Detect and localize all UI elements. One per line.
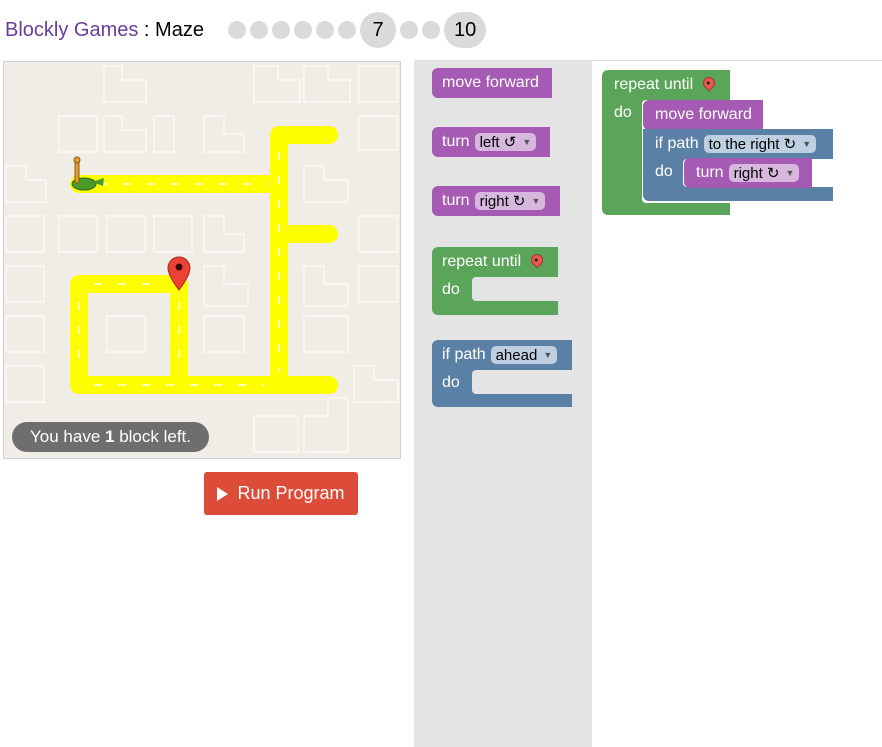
repeat-until-label: repeat until <box>614 76 694 93</box>
current-level-button[interactable]: 7 <box>360 12 396 48</box>
statement-slot <box>472 370 572 394</box>
level-4-dot[interactable] <box>294 21 312 39</box>
turn-direction-dropdown[interactable]: right ↻ ▼ <box>728 164 800 182</box>
level-8-dot[interactable] <box>400 21 418 39</box>
turn-label: turn <box>696 164 724 181</box>
run-program-button[interactable]: Run Program <box>204 472 358 515</box>
level-6-dot[interactable] <box>338 21 356 39</box>
turn-label: turn <box>442 192 470 209</box>
dropdown-arrow-icon: ▼ <box>785 168 795 178</box>
toolbox-repeat-until-block[interactable]: repeat until do <box>432 247 558 315</box>
do-label: do <box>614 104 632 121</box>
do-label: do <box>655 163 673 180</box>
if-path-label: if path <box>655 135 699 152</box>
title-separator: : <box>138 18 156 41</box>
dropdown-arrow-icon: ▼ <box>543 350 553 360</box>
workspace-turn-right-block[interactable]: turn right ↻ ▼ <box>684 158 812 188</box>
dropdown-arrow-icon: ▼ <box>531 196 541 206</box>
goal-pin-icon <box>700 74 718 92</box>
move-forward-label: move forward <box>655 106 752 123</box>
toolbox: move forward turn left ↺ ▼ turn right ↻ ▼ re… <box>414 61 592 747</box>
capacity-count: 1 <box>105 427 115 446</box>
turn-right-option: right ↻ <box>479 193 526 210</box>
move-forward-label: move forward <box>442 74 539 91</box>
repeat-until-label: repeat until <box>442 253 522 270</box>
maze-svg <box>5 65 399 453</box>
dropdown-arrow-icon: ▼ <box>522 137 532 147</box>
workspace-move-forward-block[interactable]: move forward <box>643 100 763 130</box>
header: Blockly Games : Maze <box>5 16 204 44</box>
capacity-prefix: You have <box>30 427 105 446</box>
level-5-dot[interactable] <box>316 21 334 39</box>
goal-pin-icon <box>528 251 546 269</box>
level-selector: 7 10 <box>228 11 490 49</box>
dropdown-arrow-icon: ▼ <box>802 139 812 149</box>
do-label: do <box>442 374 460 391</box>
level-2-dot[interactable] <box>250 21 268 39</box>
level-1-dot[interactable] <box>228 21 246 39</box>
workspace: repeat until do move forward if path to t… <box>592 61 882 747</box>
turn-direction-dropdown[interactable]: right ↻ ▼ <box>474 192 546 210</box>
game-title: Maze <box>155 18 204 41</box>
path-right-option: to the right ↻ <box>708 136 797 153</box>
last-level-button[interactable]: 10 <box>444 12 487 48</box>
play-icon <box>217 486 229 501</box>
blocks-remaining-badge: You have 1 block left. <box>12 422 210 452</box>
path-direction-dropdown[interactable]: ahead ▼ <box>490 346 558 364</box>
toolbox-turn-right-block[interactable]: turn right ↻ ▼ <box>432 186 560 216</box>
path-direction-dropdown[interactable]: to the right ↻ ▼ <box>703 135 817 153</box>
toolbox-if-path-block[interactable]: if path ahead ▼ do <box>432 340 572 407</box>
turn-label: turn <box>442 133 470 150</box>
statement-slot <box>472 277 558 301</box>
do-label: do <box>442 281 460 298</box>
level-3-dot[interactable] <box>272 21 290 39</box>
toolbox-turn-left-block[interactable]: turn left ↺ ▼ <box>432 127 550 157</box>
capacity-suffix: block left. <box>114 427 192 446</box>
maze-board <box>3 61 401 459</box>
turn-direction-dropdown[interactable]: left ↺ ▼ <box>474 133 537 151</box>
turn-left-option: left ↺ <box>479 134 517 151</box>
path-ahead-option: ahead <box>495 346 538 364</box>
if-path-label: if path <box>442 346 486 363</box>
toolbox-move-forward-block[interactable]: move forward <box>432 68 552 98</box>
run-program-label: Run Program <box>237 483 345 503</box>
turn-right-option: right ↻ <box>733 165 780 182</box>
app-title-link[interactable]: Blockly Games <box>5 19 138 42</box>
level-9-dot[interactable] <box>422 21 440 39</box>
